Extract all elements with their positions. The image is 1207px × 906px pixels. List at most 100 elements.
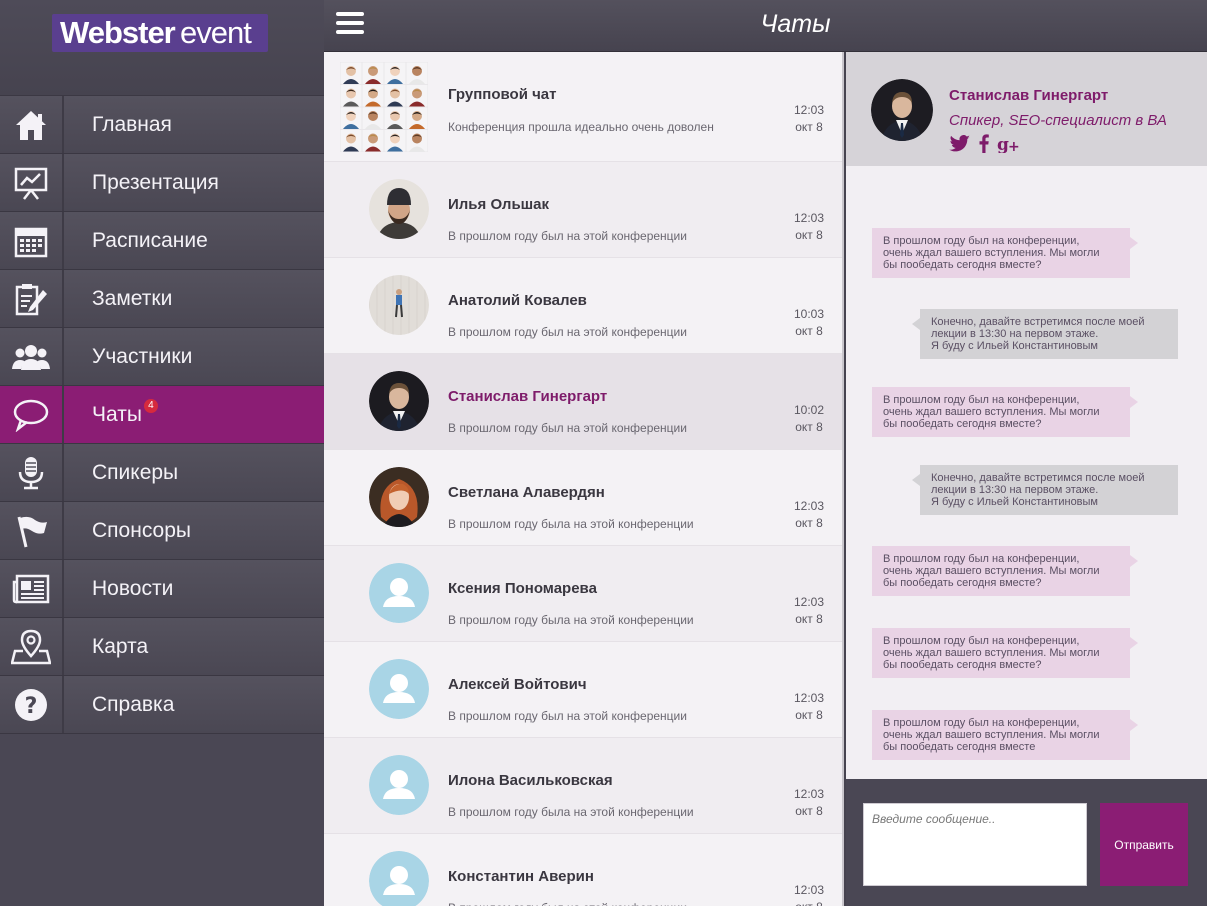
chat-last-message: В прошлом году был на этой конференции: [448, 229, 687, 243]
sidebar-item-label: Чаты: [92, 402, 142, 426]
avatar: [369, 275, 429, 335]
notes-icon: [0, 270, 64, 327]
users-icon: [0, 328, 64, 385]
message-line: бы пообедать сегодня вместе?: [883, 659, 1042, 671]
sidebar: Webster event Главная Презентация Расписан…: [0, 0, 324, 906]
group-avatar: [340, 62, 428, 152]
message-thread: В прошлом году был на конференции, очень …: [846, 166, 1207, 779]
map-pin-icon: [0, 618, 64, 675]
chat-date: окт 8: [795, 120, 823, 134]
unread-badge: 4: [143, 398, 158, 413]
message-line: Конечно, давайте встретимся после моей: [931, 316, 1145, 328]
sidebar-item[interactable]: Чаты 4: [0, 386, 324, 444]
message-line: бы пообедать сегодня вместе?: [883, 418, 1042, 430]
chat-timestamp: 12:03 окт 8: [794, 102, 824, 136]
chat-last-message: В прошлом году была на этой конференции: [448, 805, 694, 819]
avatar: [369, 563, 429, 623]
chat-contact-name: Станислав Гинергарт: [448, 388, 608, 405]
chat-last-message: В прошлом году был на этой конференции: [448, 421, 687, 435]
message-line: Я буду с Ильей Константиновым: [931, 340, 1098, 352]
sidebar-item[interactable]: Участники: [0, 328, 324, 386]
sidebar-item[interactable]: Спикеры: [0, 444, 324, 502]
incoming-message: В прошлом году был на конференции, очень …: [872, 387, 1138, 437]
chat-timestamp: 12:03 окт 8: [794, 882, 824, 906]
outgoing-message: Конечно, давайте встретимся после моей ле…: [912, 309, 1178, 359]
social-links: g +: [949, 134, 1021, 158]
top-bar: Чаты: [324, 0, 1207, 52]
chat-date: окт 8: [794, 899, 824, 906]
sidebar-item[interactable]: ? Справка: [0, 676, 324, 734]
chat-date: окт 8: [795, 516, 823, 530]
sidebar-item[interactable]: Карта: [0, 618, 324, 676]
chat-contact-name: Анатолий Ковалев: [448, 292, 587, 309]
message-input[interactable]: [863, 803, 1087, 886]
chat-timestamp: 12:03 окт 8: [794, 690, 824, 724]
sidebar-item-label-cell: Главная: [64, 96, 324, 153]
chat-time: 12:03: [793, 883, 824, 897]
contact-role: Спикер, SEO-специалист в ВА: [949, 112, 1167, 129]
sidebar-item-label-cell: Спонсоры: [64, 502, 324, 559]
chat-list-item[interactable]: Станислав Гинергарт В прошлом году был на…: [324, 354, 842, 450]
chat-time: 10:02: [793, 403, 824, 417]
message-line: бы пообедать сегодня вместе?: [883, 577, 1042, 589]
sidebar-item-label-cell: Новости: [64, 560, 324, 617]
chat-list-item[interactable]: Алексей Войтович В прошлом году был на эт…: [324, 642, 842, 738]
chat-last-message: В прошлом году был на этой конференции: [448, 709, 687, 723]
message-line: В прошлом году был на конференции,: [883, 717, 1080, 729]
chat-list-item[interactable]: Ксения Пономарева В прошлом году была на …: [324, 546, 842, 642]
chat-list-item[interactable]: Константин Аверин В прошлом году был на э…: [324, 834, 842, 906]
sidebar-item[interactable]: Расписание: [0, 212, 324, 270]
contact-avatar[interactable]: [871, 79, 933, 141]
avatar: [369, 371, 429, 431]
contact-name: Станислав Гинергарт: [949, 87, 1109, 104]
incoming-message: В прошлом году был на конференции, очень …: [872, 628, 1138, 678]
calendar-icon: [0, 212, 64, 269]
chat-list-item[interactable]: Илья Ольшак В прошлом году был на этой ко…: [324, 162, 842, 258]
chat-contact-name: Светлана Алавердян: [448, 484, 605, 501]
chat-last-message: Конференция прошла идеально очень доволе…: [448, 120, 714, 134]
sidebar-item[interactable]: Новости: [0, 560, 324, 618]
chat-list[interactable]: Групповой чат Конференция прошла идеально…: [324, 52, 844, 906]
sidebar-item-label-cell: Чаты 4: [64, 386, 324, 443]
chat-last-message: В прошлом году был на этой конференции: [448, 901, 687, 906]
chat-time: 12:03: [793, 691, 824, 705]
chat-date: окт 8: [795, 708, 823, 722]
sidebar-item-label: Карта: [92, 634, 149, 658]
chat-time: 12:03: [793, 211, 824, 225]
message-line: Я буду с Ильей Константиновым: [931, 496, 1098, 508]
message-line: лекции в 13:30 на первом этаже.: [931, 484, 1099, 496]
avatar: [369, 179, 429, 239]
chat-last-message: В прошлом году был на этой конференции: [448, 325, 687, 339]
svg-text:+: +: [1008, 139, 1020, 153]
flag-icon: [0, 502, 64, 559]
chat-contact-name: Илона Васильковская: [448, 772, 613, 789]
logo-light-text: event: [180, 15, 252, 50]
compose-bar: Отправить: [846, 779, 1207, 906]
avatar: [369, 851, 429, 906]
chat-list-item[interactable]: Илона Васильковская В прошлом году была н…: [324, 738, 842, 834]
sidebar-item-label: Спикеры: [92, 460, 179, 484]
message-line: очень ждал вашего вступления. Мы могли: [883, 247, 1100, 259]
chat-list-item[interactable]: Групповой чат Конференция прошла идеально…: [324, 52, 842, 162]
sidebar-item[interactable]: Главная: [0, 96, 324, 154]
sidebar-item[interactable]: Заметки: [0, 270, 324, 328]
microphone-icon: [0, 444, 64, 501]
message-line: бы пообедать сегодня вместе?: [883, 259, 1042, 271]
message-line: В прошлом году был на конференции,: [883, 235, 1080, 247]
chat-icon: [0, 386, 64, 443]
sidebar-item-label: Участники: [92, 344, 193, 368]
sidebar-item-label-cell: Заметки: [64, 270, 324, 327]
sidebar-item-label: Новости: [92, 576, 174, 600]
facebook-icon[interactable]: [979, 134, 989, 158]
help-icon: ?: [0, 676, 64, 733]
send-button[interactable]: Отправить: [1100, 803, 1188, 886]
chat-date: окт 8: [795, 420, 823, 434]
avatar: [369, 755, 429, 815]
twitter-icon[interactable]: [949, 134, 971, 158]
chat-list-item[interactable]: Светлана Алавердян В прошлом году была на…: [324, 450, 842, 546]
incoming-message: В прошлом году был на конференции, очень …: [872, 546, 1138, 596]
sidebar-item[interactable]: Спонсоры: [0, 502, 324, 560]
sidebar-item[interactable]: Презентация: [0, 154, 324, 212]
google-plus-icon[interactable]: g +: [997, 134, 1021, 158]
chat-list-item[interactable]: Анатолий Ковалев В прошлом году был на эт…: [324, 258, 842, 354]
